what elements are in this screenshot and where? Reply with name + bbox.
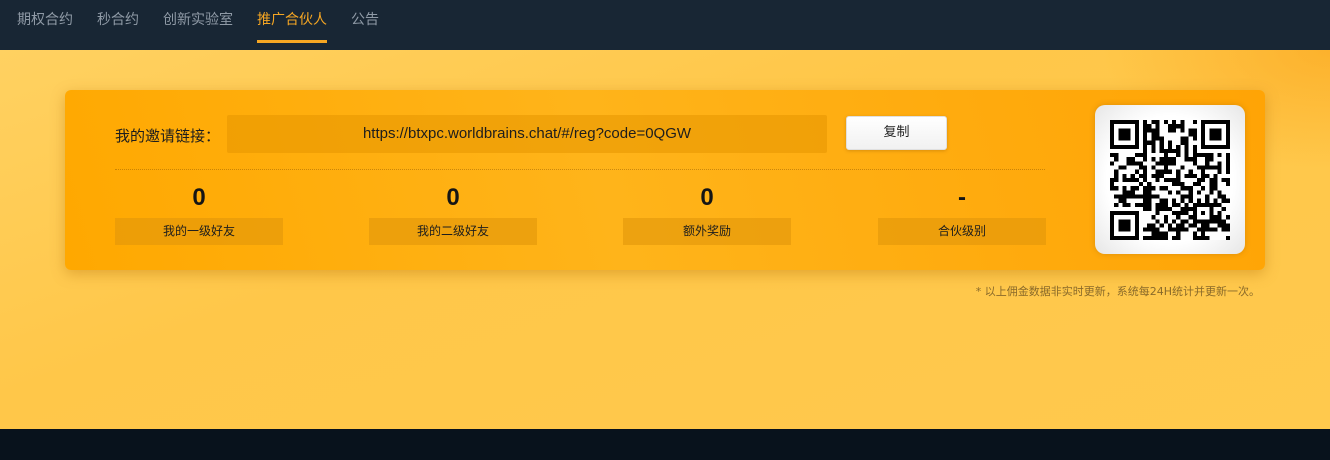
main-area: 我的邀请链接： https://btxpc.worldbrains.chat/#… bbox=[0, 50, 1330, 429]
nav-item-label: 公告 bbox=[351, 12, 379, 28]
invite-link-label: 我的邀请链接： bbox=[115, 127, 221, 145]
nav-item-options-contract[interactable]: 期权合约 bbox=[17, 0, 73, 50]
stat-label-first-level-friends: 我的一级好友 bbox=[115, 218, 283, 245]
active-tab-indicator bbox=[257, 40, 327, 43]
nav-item-second-contract[interactable]: 秒合约 bbox=[97, 0, 139, 50]
nav-item-promotion-partner[interactable]: 推广合伙人 bbox=[257, 0, 327, 50]
divider bbox=[115, 169, 1045, 170]
stat-value-partner-level: - bbox=[958, 184, 966, 211]
stat-value-second-level-friends: 0 bbox=[446, 184, 460, 211]
stat-value-extra-rewards: 0 bbox=[700, 184, 714, 211]
nav-item-label: 秒合约 bbox=[97, 12, 139, 28]
stat-label-partner-level: 合伙级别 bbox=[878, 218, 1046, 245]
qr-code-image bbox=[1110, 120, 1230, 240]
nav-item-label: 期权合约 bbox=[17, 12, 73, 28]
stat-label-extra-rewards: 额外奖励 bbox=[623, 218, 791, 245]
stat-value-first-level-friends: 0 bbox=[192, 184, 206, 211]
invite-link-field[interactable]: https://btxpc.worldbrains.chat/#/reg?cod… bbox=[227, 115, 827, 153]
nav-item-label: 推广合伙人 bbox=[257, 12, 327, 28]
footer-bar bbox=[0, 429, 1330, 460]
update-note: * 以上佣金数据非实时更新，系统每24H统计并更新一次。 bbox=[975, 285, 1260, 298]
nav-item-innovation-lab[interactable]: 创新实验室 bbox=[163, 0, 233, 50]
stat-label-second-level-friends: 我的二级好友 bbox=[369, 218, 537, 245]
top-nav: 期权合约 秒合约 创新实验室 推广合伙人 公告 bbox=[0, 0, 1330, 50]
invite-card: 我的邀请链接： https://btxpc.worldbrains.chat/#… bbox=[65, 90, 1265, 270]
qr-code bbox=[1095, 105, 1245, 254]
nav-item-announcements[interactable]: 公告 bbox=[351, 0, 379, 50]
copy-button[interactable]: 复制 bbox=[846, 116, 947, 150]
nav-item-label: 创新实验室 bbox=[163, 12, 233, 28]
